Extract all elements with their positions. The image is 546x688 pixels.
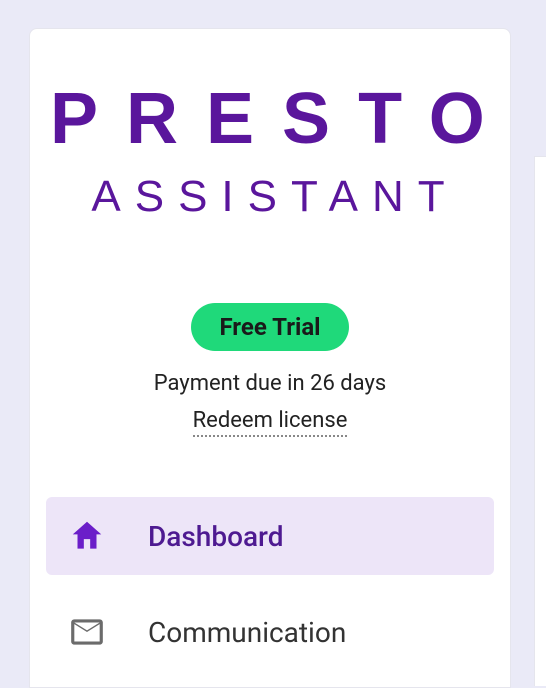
nav-item-communication[interactable]: Communication (46, 593, 494, 671)
sidebar: PRESTO ASSISTANT Free Trial Payment due … (29, 28, 511, 688)
free-trial-badge[interactable]: Free Trial (191, 303, 348, 351)
nav-list: Dashboard Communication (30, 497, 510, 671)
nav-item-dashboard[interactable]: Dashboard (46, 497, 494, 575)
nav-item-label: Dashboard (148, 520, 283, 553)
mail-icon (68, 613, 106, 651)
logo-line2: ASSISTANT (40, 173, 510, 221)
adjacent-panel-edge (534, 156, 546, 686)
logo-line1: PRESTO (50, 83, 510, 155)
nav-item-label: Communication (148, 616, 346, 649)
trial-section: Free Trial Payment due in 26 days Redeem… (30, 303, 510, 437)
brand-logo: PRESTO ASSISTANT (30, 53, 510, 231)
redeem-license-link[interactable]: Redeem license (193, 408, 348, 437)
home-icon (68, 517, 106, 555)
payment-due-text: Payment due in 26 days (30, 371, 510, 396)
